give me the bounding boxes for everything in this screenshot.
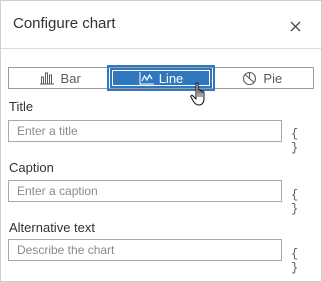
hand-pointer-icon [190,82,205,106]
pie-chart-icon [243,71,257,85]
panel-header: Configure chart [1,1,321,49]
caption-input[interactable] [8,180,282,202]
caption-label: Caption [9,160,54,175]
alt-text-label: Alternative text [9,220,95,235]
close-button[interactable] [285,16,305,36]
close-icon [290,21,300,31]
title-label: Title [9,99,34,114]
bar-chart-option-label: Bar [60,70,81,86]
line-chart-option-label: Line [158,70,184,86]
title-input[interactable] [8,120,282,142]
panel-title: Configure chart [13,15,116,32]
chart-type-selector: Bar Line Pie [8,65,314,91]
pie-chart-option-label: Pie [263,70,283,86]
alt-text-expression-button[interactable]: { } [291,247,309,275]
caption-expression-button[interactable]: { } [291,188,309,216]
title-expression-button[interactable]: { } [291,127,309,155]
alt-text-input[interactable] [8,239,282,261]
bar-chart-option[interactable]: Bar [9,68,110,88]
pie-chart-option[interactable]: Pie [212,68,313,88]
line-chart-icon [139,72,154,85]
bar-chart-icon [39,72,54,85]
configure-chart-panel: Configure chart Bar Line Pie Title Enter… [0,0,322,282]
